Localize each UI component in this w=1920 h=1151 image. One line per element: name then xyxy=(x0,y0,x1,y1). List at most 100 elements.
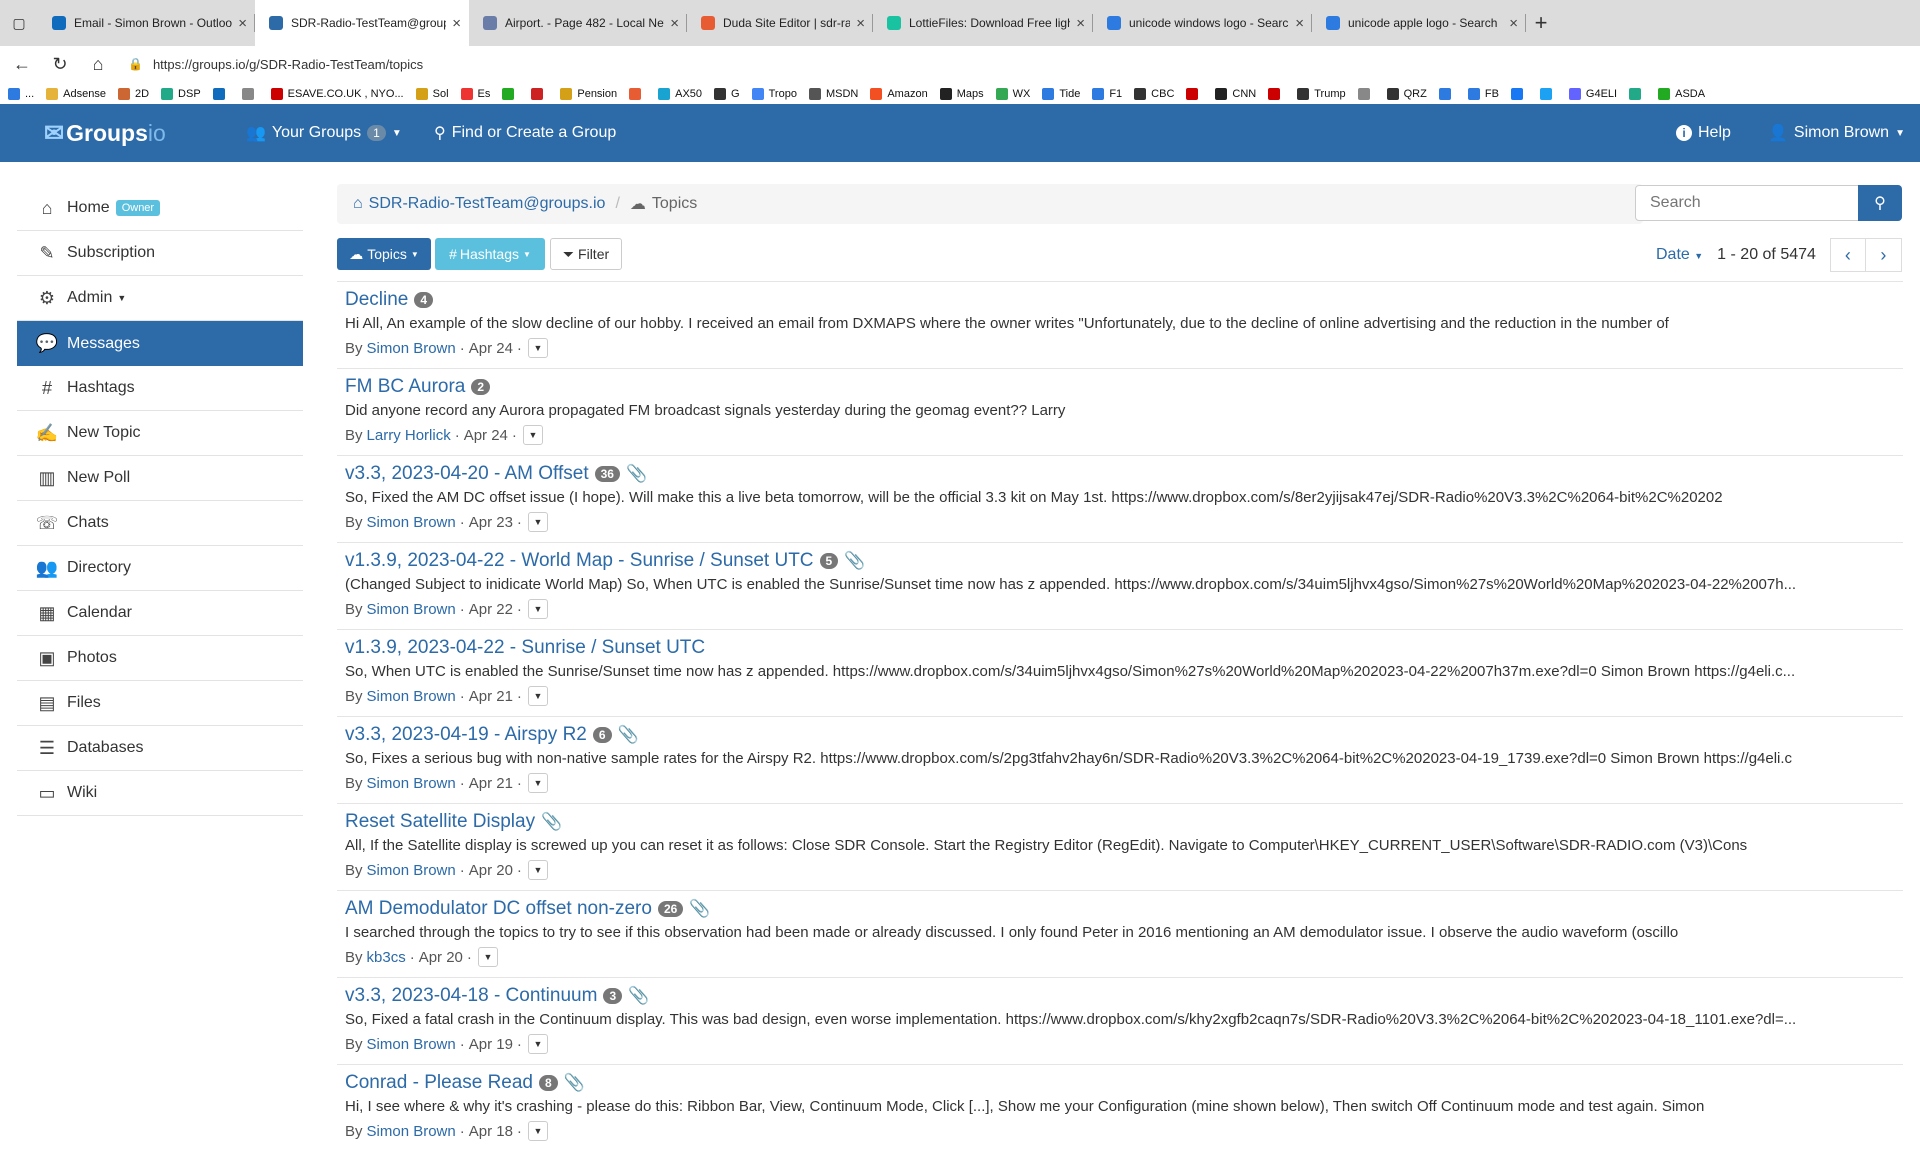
bookmark-item[interactable]: 2D xyxy=(117,88,149,100)
bookmark-item[interactable]: F1 xyxy=(1092,88,1122,100)
topic-title-link[interactable]: v1.3.9, 2023-04-22 - Sunrise / Sunset UT… xyxy=(345,637,705,659)
bookmark-item[interactable] xyxy=(212,88,230,100)
author-link[interactable]: Simon Brown xyxy=(367,775,456,792)
bookmark-item[interactable]: G4ELI xyxy=(1568,88,1617,100)
topic-actions-dropdown[interactable]: ▼ xyxy=(527,1034,548,1054)
topic-actions-dropdown[interactable]: ▼ xyxy=(477,947,498,967)
bookmark-item[interactable]: CNN xyxy=(1215,88,1256,100)
browser-tab[interactable]: Email - Simon Brown - Outlook × xyxy=(38,0,255,46)
sidebar-item-messages[interactable]: 💬 Messages xyxy=(17,321,303,366)
bookmark-item[interactable]: Trump xyxy=(1297,88,1346,100)
bookmark-item[interactable] xyxy=(502,88,519,100)
topic-title-link[interactable]: Decline xyxy=(345,289,408,311)
topic-actions-dropdown[interactable]: ▼ xyxy=(527,338,548,358)
author-link[interactable]: Simon Brown xyxy=(367,1036,456,1053)
close-icon[interactable]: × xyxy=(238,15,247,32)
bookmark-item[interactable] xyxy=(1539,88,1557,100)
topic-actions-dropdown[interactable]: ▼ xyxy=(527,512,548,532)
filter-button[interactable]: ⏷ Filter xyxy=(550,238,622,270)
sidebar-item-databases[interactable]: ☰ Databases xyxy=(17,726,303,771)
sidebar-item-photos[interactable]: ▣ Photos xyxy=(17,636,303,681)
bookmark-item[interactable]: ESAVE.CO.UK , NYO... xyxy=(270,88,404,100)
topic-title-link[interactable]: v3.3, 2023-04-20 - AM Offset xyxy=(345,463,589,485)
bookmark-item[interactable]: FB xyxy=(1467,88,1499,100)
sidebar-item-directory[interactable]: 👥 Directory xyxy=(17,546,303,591)
bookmark-item[interactable]: Tide xyxy=(1042,88,1080,100)
author-link[interactable]: Simon Brown xyxy=(367,688,456,705)
back-icon[interactable]: ← xyxy=(6,48,38,80)
hashtags-dropdown-button[interactable]: # Hashtags ▼ xyxy=(435,238,545,270)
topic-title-link[interactable]: FM BC Aurora xyxy=(345,376,465,398)
bookmark-item[interactable]: Sol xyxy=(415,88,449,100)
sidebar-item-files[interactable]: ▤ Files xyxy=(17,681,303,726)
bookmark-item[interactable]: Maps xyxy=(939,88,984,100)
bookmark-item[interactable]: QRZ xyxy=(1386,88,1427,100)
author-link[interactable]: kb3cs xyxy=(367,949,406,966)
sidebar-item-wiki[interactable]: ▭ Wiki xyxy=(17,771,303,816)
groups-io-logo[interactable]: ✉ Groups io xyxy=(44,119,166,148)
bookmark-item[interactable]: DSP xyxy=(161,88,201,100)
topic-title-link[interactable]: Conrad - Please Read xyxy=(345,1072,533,1094)
author-link[interactable]: Simon Brown xyxy=(367,601,456,618)
sort-date-dropdown[interactable]: Date ▼ xyxy=(1656,246,1703,264)
close-icon[interactable]: × xyxy=(1509,15,1518,32)
topic-title-link[interactable]: v1.3.9, 2023-04-22 - World Map - Sunrise… xyxy=(345,550,814,572)
close-icon[interactable]: × xyxy=(1295,15,1304,32)
bookmark-item[interactable]: Amazon xyxy=(870,88,928,100)
sidebar-item-new-poll[interactable]: ▥ New Poll xyxy=(17,456,303,501)
help-link[interactable]: i Help xyxy=(1676,104,1731,162)
prev-page-button[interactable]: ‹ xyxy=(1829,238,1866,272)
browser-tab[interactable]: Airport. - Page 482 - Local News × xyxy=(469,0,687,46)
topic-actions-dropdown[interactable]: ▼ xyxy=(527,773,548,793)
bookmark-item[interactable] xyxy=(531,88,548,100)
bookmark-item[interactable] xyxy=(1357,88,1375,100)
sidebar-item-calendar[interactable]: ▦ Calendar xyxy=(17,591,303,636)
topic-actions-dropdown[interactable]: ▼ xyxy=(527,686,548,706)
bookmark-item[interactable]: Tropo xyxy=(751,88,797,100)
browser-tab[interactable]: LottieFiles: Download Free lightw × xyxy=(873,0,1093,46)
search-button[interactable]: ⚲ xyxy=(1858,185,1902,221)
new-tab-button[interactable]: + xyxy=(1526,10,1556,36)
sidebar-item-chats[interactable]: ☏ Chats xyxy=(17,501,303,546)
bookmark-item[interactable]: Pension xyxy=(560,88,617,100)
browser-tab[interactable]: unicode windows logo - Search × xyxy=(1093,0,1312,46)
topic-actions-dropdown[interactable]: ▼ xyxy=(527,1121,548,1141)
close-icon[interactable]: × xyxy=(452,15,461,32)
topic-title-link[interactable]: v3.3, 2023-04-18 - Continuum xyxy=(345,985,597,1007)
sidebar-item-admin[interactable]: ⚙ Admin ▼ xyxy=(17,276,303,321)
bookmark-item[interactable]: Es xyxy=(460,88,490,100)
your-groups-menu[interactable]: 👥 Your Groups 1 ▼ xyxy=(246,104,402,162)
topic-actions-dropdown[interactable]: ▼ xyxy=(527,860,548,880)
browser-tab[interactable]: Duda Site Editor | sdr-radio × xyxy=(687,0,873,46)
bookmark-item[interactable] xyxy=(1186,88,1203,100)
close-icon[interactable]: × xyxy=(1076,15,1085,32)
sidebar-item-new-topic[interactable]: ✍ New Topic xyxy=(17,411,303,456)
home-icon[interactable]: ⌂ xyxy=(82,48,114,80)
bookmark-item[interactable]: G xyxy=(714,88,740,100)
bookmark-item[interactable]: CBC xyxy=(1134,88,1174,100)
bookmark-item[interactable] xyxy=(1268,88,1285,100)
topic-title-link[interactable]: Reset Satellite Display xyxy=(345,811,535,833)
window-menu-icon[interactable]: ▢ xyxy=(0,0,38,46)
author-link[interactable]: Simon Brown xyxy=(367,862,456,879)
topic-actions-dropdown[interactable]: ▼ xyxy=(522,425,543,445)
bookmark-item[interactable] xyxy=(1438,88,1456,100)
bookmark-item[interactable] xyxy=(629,88,646,100)
bookmark-item[interactable] xyxy=(1510,88,1528,100)
url-field[interactable]: 🔒 https://groups.io/g/SDR-Radio-TestTeam… xyxy=(128,57,423,72)
topics-dropdown-button[interactable]: ☁ Topics ▼ xyxy=(337,238,431,270)
user-menu[interactable]: 👤 Simon Brown ▼ xyxy=(1768,104,1905,162)
sidebar-item-hashtags[interactable]: # Hashtags xyxy=(17,366,303,411)
bookmark-item[interactable] xyxy=(1629,88,1646,100)
bookmark-item[interactable] xyxy=(241,88,259,100)
bookmark-item[interactable]: ... xyxy=(8,88,34,100)
author-link[interactable]: Simon Brown xyxy=(367,514,456,531)
next-page-button[interactable]: › xyxy=(1865,238,1902,272)
author-link[interactable]: Larry Horlick xyxy=(367,427,451,444)
browser-tab[interactable]: SDR-Radio-TestTeam@groups.io × xyxy=(255,0,469,46)
reload-icon[interactable]: ↻ xyxy=(44,48,76,80)
bookmark-item[interactable]: ASDA xyxy=(1658,88,1705,100)
bookmark-item[interactable]: MSDN xyxy=(808,88,858,100)
topic-title-link[interactable]: AM Demodulator DC offset non-zero xyxy=(345,898,652,920)
find-create-group-link[interactable]: ⚲ Find or Create a Group xyxy=(434,104,616,162)
